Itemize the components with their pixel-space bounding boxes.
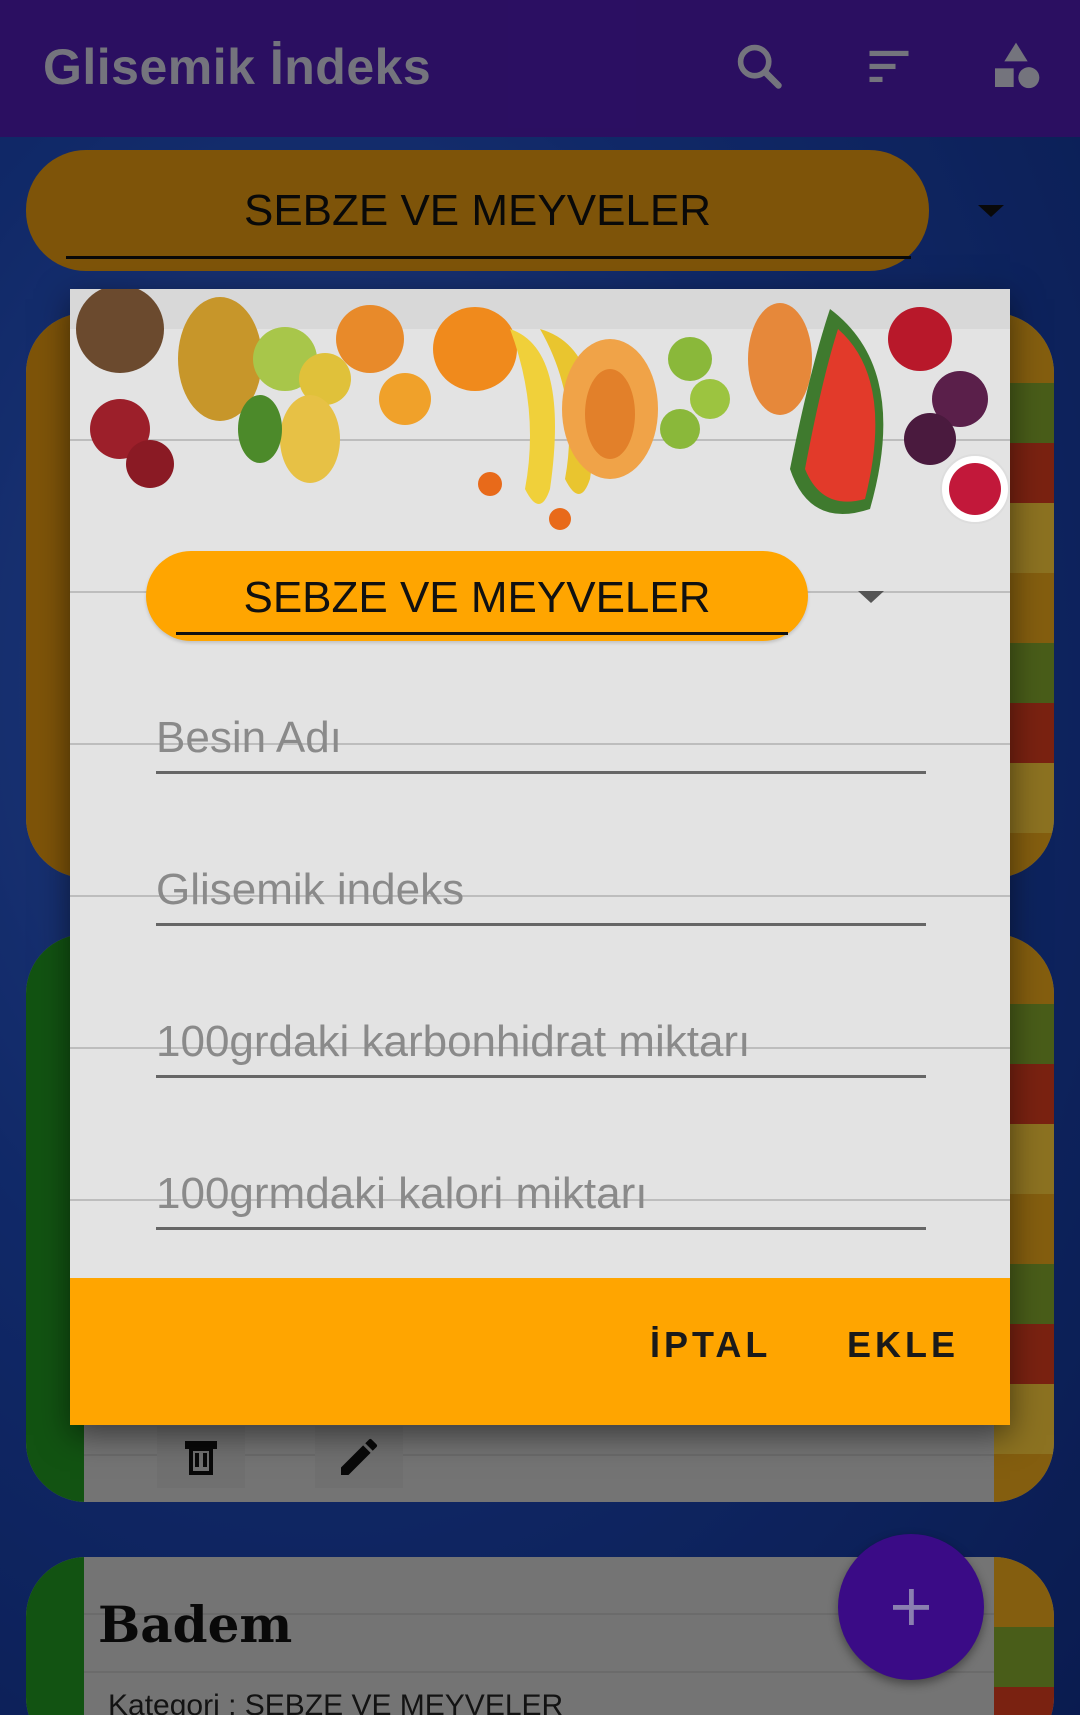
add-icon bbox=[893, 1589, 929, 1625]
add-food-dialog: SEBZE VE MEYVELER İPTAL EKLE bbox=[70, 289, 1010, 1425]
calorie-field[interactable] bbox=[156, 1160, 926, 1230]
dialog-category-value: SEBZE VE MEYVELER bbox=[243, 573, 711, 622]
food-name-field[interactable] bbox=[156, 704, 926, 774]
dialog-category-underline bbox=[176, 632, 788, 635]
dialog-category-spinner[interactable]: SEBZE VE MEYVELER bbox=[146, 551, 808, 641]
glycemic-index-field[interactable] bbox=[156, 856, 926, 926]
dialog-button-bar: İPTAL EKLE bbox=[70, 1278, 1010, 1425]
cancel-button[interactable]: İPTAL bbox=[650, 1324, 771, 1366]
chevron-down-icon[interactable] bbox=[858, 591, 884, 603]
add-food-button[interactable] bbox=[838, 1534, 984, 1680]
carbohydrate-field[interactable] bbox=[156, 1008, 926, 1078]
add-button[interactable]: EKLE bbox=[847, 1324, 959, 1366]
